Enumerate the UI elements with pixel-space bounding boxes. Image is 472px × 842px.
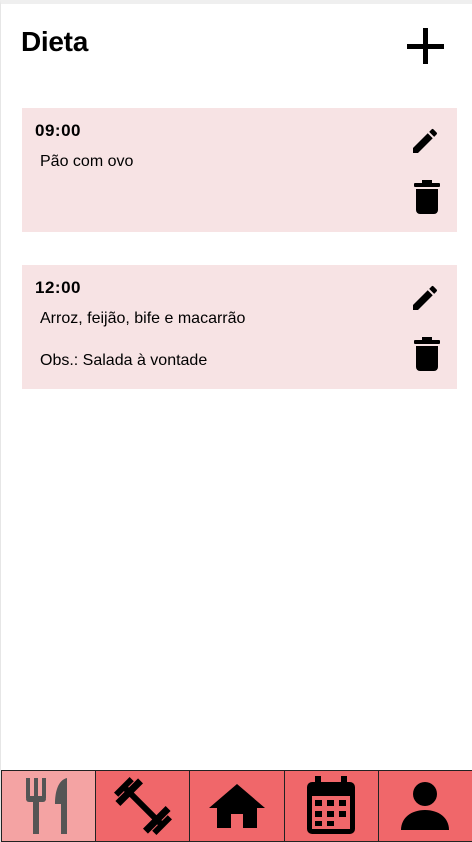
user-icon xyxy=(401,782,450,830)
plus-icon xyxy=(407,28,444,64)
pencil-icon xyxy=(413,285,438,310)
tab-diet[interactable] xyxy=(1,771,97,841)
delete-meal-button[interactable] xyxy=(414,180,440,214)
add-meal-button[interactable] xyxy=(405,26,447,68)
fork-knife-icon xyxy=(25,778,67,834)
meal-description: Arroz, feijão, bife e macarrão xyxy=(40,310,246,327)
tab-home[interactable] xyxy=(190,771,285,841)
delete-meal-button[interactable] xyxy=(414,337,440,371)
dumbbell-icon xyxy=(113,777,172,835)
edit-meal-button[interactable] xyxy=(409,282,441,314)
pencil-icon xyxy=(413,128,438,153)
meal-card: 12:00 Arroz, feijão, bife e macarrão Obs… xyxy=(22,265,457,389)
page-title: Dieta xyxy=(21,26,88,57)
meal-time: 09:00 xyxy=(35,121,81,140)
calendar-icon xyxy=(307,776,356,834)
trash-icon xyxy=(414,180,440,214)
meal-note: Obs.: Salada à vontade xyxy=(40,352,208,369)
home-icon xyxy=(209,784,265,828)
edit-meal-button[interactable] xyxy=(409,125,441,157)
tab-profile[interactable] xyxy=(378,771,472,841)
tab-calendar[interactable] xyxy=(284,771,379,841)
meal-card: 09:00 Pão com ovo xyxy=(22,108,457,232)
meal-time: 12:00 xyxy=(35,278,81,297)
trash-icon xyxy=(414,337,440,371)
meal-description: Pão com ovo xyxy=(40,153,134,170)
bottom-nav xyxy=(1,770,472,842)
tab-workout[interactable] xyxy=(96,771,191,841)
diet-screen: Dieta 09:00 Pão com ovo 12:00 Arroz, fei… xyxy=(0,0,472,842)
